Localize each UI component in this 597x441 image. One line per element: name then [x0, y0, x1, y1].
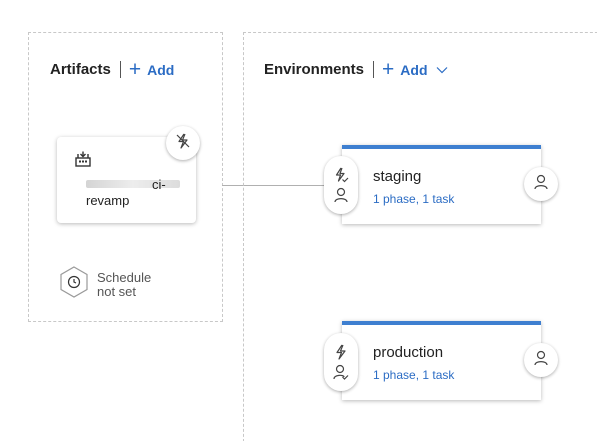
person-icon — [533, 174, 549, 195]
environment-name: staging — [373, 168, 422, 185]
pre-deployment-conditions — [324, 333, 358, 391]
artifact-name-line2: revamp — [86, 193, 130, 208]
artifact-name-line1: ci- — [152, 177, 166, 192]
schedule-label-line1: Schedule — [97, 269, 152, 285]
add-environment-button[interactable]: + Add — [382, 58, 448, 81]
header-separator — [119, 61, 121, 78]
artifacts-header: Artifacts + Add — [50, 58, 175, 81]
post-deployment-approvals-button[interactable] — [524, 343, 558, 377]
environment-card-production[interactable]: production 1 phase, 1 task — [342, 321, 541, 400]
environments-header: Environments + Add — [264, 58, 448, 81]
schedule-label-line2: not set — [97, 283, 137, 299]
lightning-icon[interactable] — [333, 344, 349, 360]
clock-icon — [59, 266, 89, 303]
build-icon — [74, 151, 92, 172]
add-environment-label: Add — [400, 61, 428, 78]
environment-phase-link[interactable]: 1 phase, 1 task — [373, 368, 454, 382]
chevron-down-icon — [436, 61, 448, 78]
environment-name: production — [373, 344, 444, 361]
artifact-name: ci- revamp — [86, 177, 172, 209]
schedule-label: Schedule not set — [97, 269, 152, 299]
person-icon — [533, 350, 549, 371]
person-check-icon[interactable] — [333, 364, 349, 380]
environment-card-staging[interactable]: staging 1 phase, 1 task — [342, 145, 541, 224]
person-icon[interactable] — [333, 187, 349, 203]
plus-icon: + — [128, 58, 142, 81]
pre-deployment-conditions — [324, 156, 358, 214]
plus-icon: + — [382, 58, 395, 81]
continuous-deployment-trigger-button[interactable] — [166, 126, 200, 160]
lightning-check-icon[interactable] — [333, 167, 349, 183]
add-artifact-button[interactable]: + Add — [128, 58, 175, 81]
add-artifact-label: Add — [147, 61, 175, 78]
environment-phase-link[interactable]: 1 phase, 1 task — [373, 192, 454, 206]
post-deployment-approvals-button[interactable] — [524, 167, 558, 201]
schedule-set-button[interactable]: Schedule not set — [59, 266, 151, 303]
lightning-disabled-icon — [175, 133, 191, 154]
header-separator — [373, 61, 375, 78]
artifacts-title: Artifacts — [50, 61, 111, 78]
release-pipeline-canvas: Artifacts + Add ci- revamp Schedule not … — [0, 0, 597, 441]
environments-title: Environments — [264, 61, 365, 78]
